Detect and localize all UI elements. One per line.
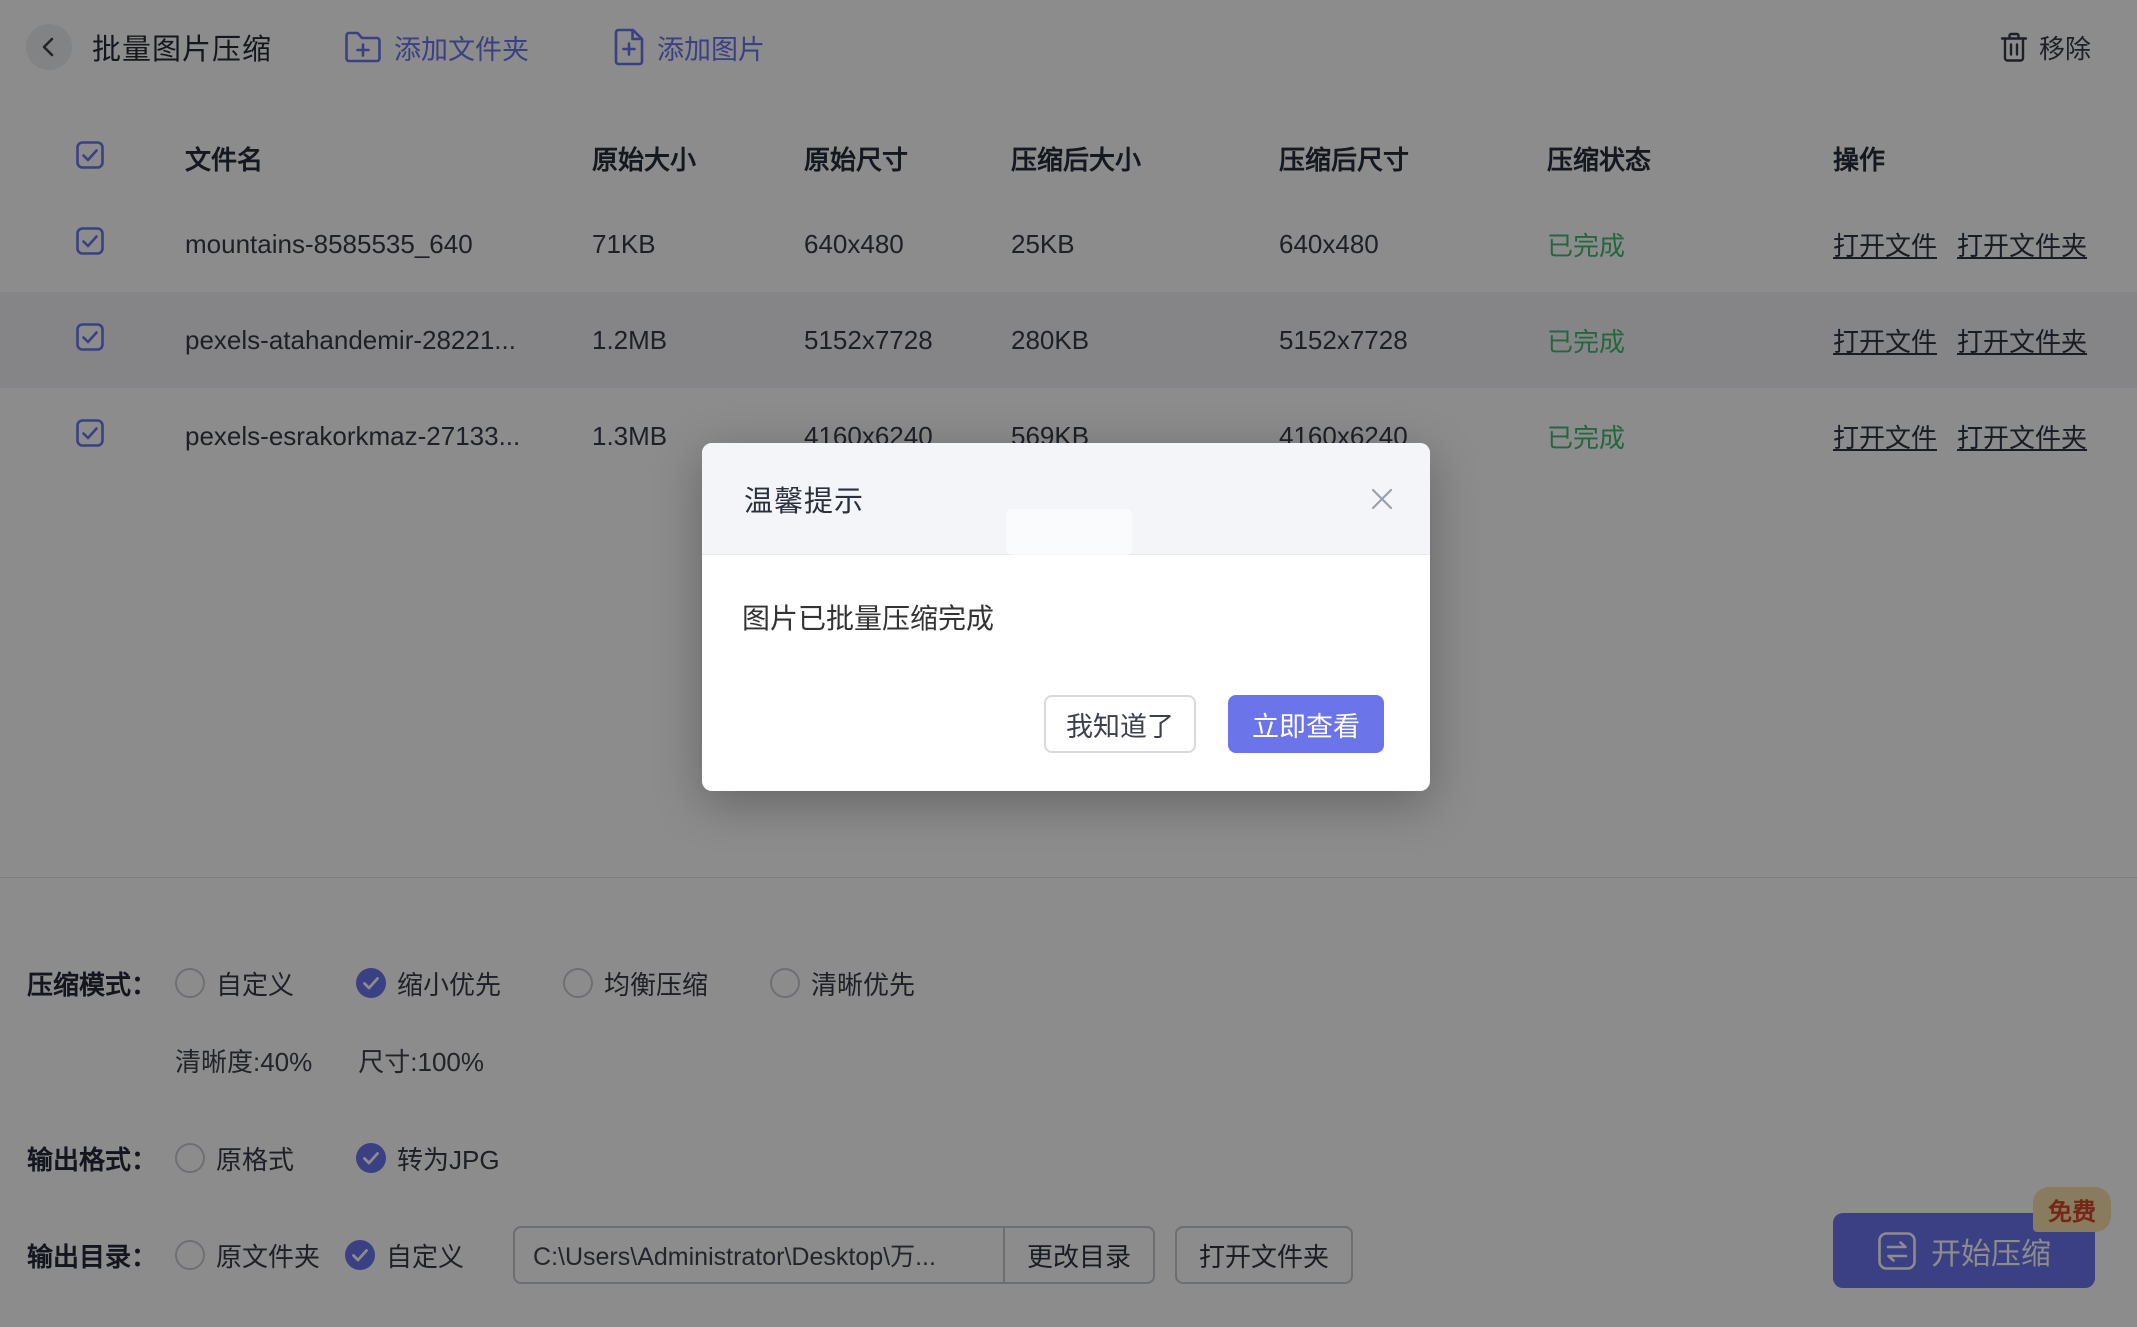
view-now-button[interactable]: 立即查看 xyxy=(1228,695,1384,753)
modal-header: 温馨提示 xyxy=(702,443,1430,555)
modal-title: 温馨提示 xyxy=(744,478,864,520)
fading-toast xyxy=(1006,509,1132,555)
close-icon[interactable] xyxy=(1368,485,1396,513)
ok-button[interactable]: 我知道了 xyxy=(1044,695,1196,753)
modal-message: 图片已批量压缩完成 xyxy=(702,555,1430,637)
modal-footer: 我知道了 立即查看 xyxy=(1044,695,1384,753)
modal-dialog: 温馨提示 图片已批量压缩完成 我知道了 立即查看 xyxy=(702,443,1430,791)
